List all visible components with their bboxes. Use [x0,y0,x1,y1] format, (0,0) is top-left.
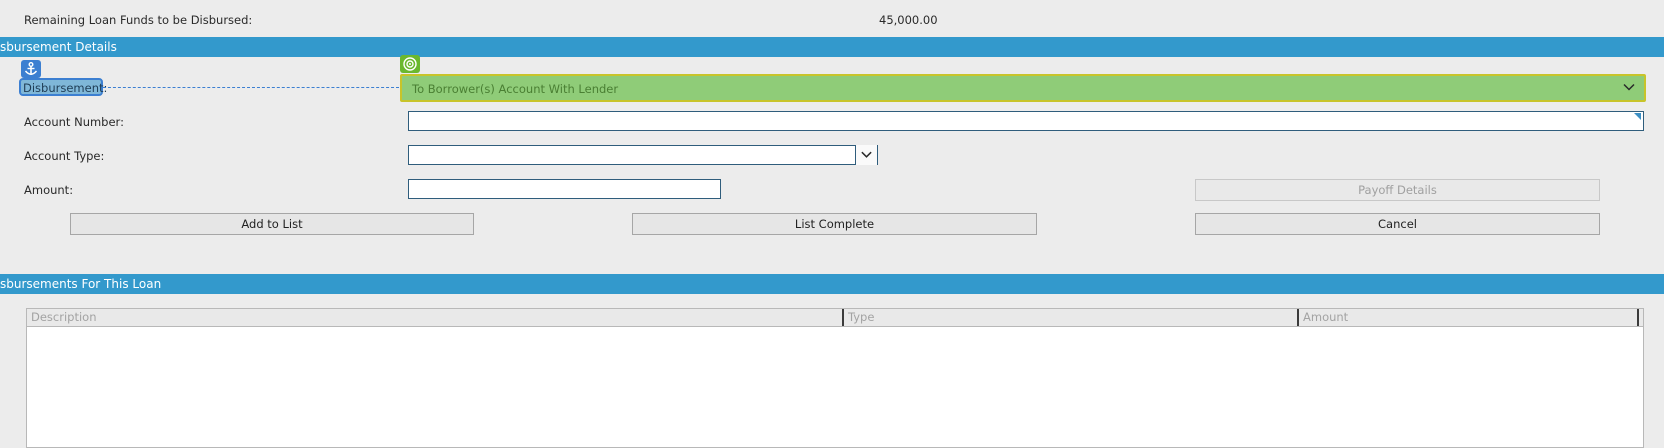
amount-label: Amount: [24,183,74,197]
target-icon[interactable] [400,55,420,73]
account-type-select[interactable] [408,145,878,165]
disbursement-label: Disbursement: [23,81,108,95]
column-header-description[interactable]: Description [27,309,843,326]
disbursement-details-title: sbursement Details [0,40,117,54]
chevron-down-icon [860,148,873,164]
link-connector [103,87,399,88]
account-number-label: Account Number: [24,115,124,129]
account-number-input[interactable] [408,111,1644,131]
disbursement-select-value: To Borrower(s) Account With Lender [412,82,619,96]
disbursements-list-title: sbursements For This Loan [0,277,162,291]
payoff-details-button[interactable]: Payoff Details [1195,179,1600,201]
disbursements-grid: Description Type Amount [26,308,1644,448]
amount-input[interactable] [408,179,721,199]
column-header-amount[interactable]: Amount [1299,309,1639,326]
disbursement-select[interactable]: To Borrower(s) Account With Lender [400,74,1646,102]
remaining-funds-value: 45,000.00 [879,13,938,27]
disbursement-details-header: sbursement Details [0,37,1664,57]
add-to-list-button[interactable]: Add to List [70,213,474,235]
remaining-funds-label: Remaining Loan Funds to be Disbursed: [24,13,253,27]
disbursements-list-header: sbursements For This Loan [0,274,1664,294]
corner-marker-icon [1634,113,1641,120]
chevron-down-icon[interactable] [1622,80,1636,94]
cancel-button[interactable]: Cancel [1195,213,1600,235]
column-divider[interactable] [1637,309,1639,326]
grid-header: Description Type Amount [27,309,1643,327]
account-type-label: Account Type: [24,149,105,163]
account-type-dropdown-button[interactable] [855,145,877,165]
anchor-icon[interactable] [21,60,41,78]
column-header-type[interactable]: Type [844,309,1296,326]
list-complete-button[interactable]: List Complete [632,213,1037,235]
